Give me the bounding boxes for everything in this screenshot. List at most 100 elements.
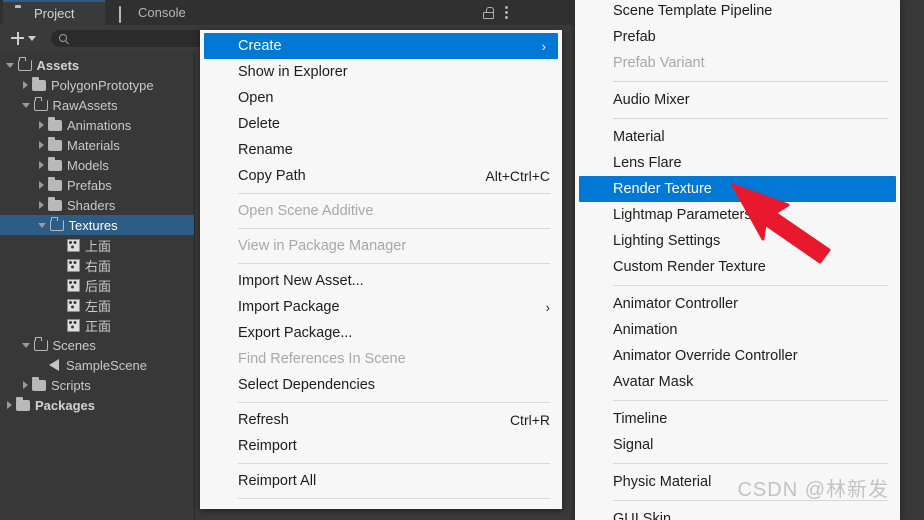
submenu-item-audio-mixer[interactable]: Audio Mixer: [575, 87, 900, 113]
tree-item-label: Scenes: [52, 337, 96, 353]
tree-item-Models[interactable]: Models: [0, 155, 194, 175]
submenu-item-material[interactable]: Material: [575, 124, 900, 150]
tree-item-左面[interactable]: 左面: [0, 295, 194, 315]
submenu-separator: [613, 285, 888, 286]
chevron-right-icon: ›: [541, 38, 546, 54]
submenu-item-animator-override-controller[interactable]: Animator Override Controller: [575, 343, 900, 369]
submenu-item-animation[interactable]: Animation: [575, 317, 900, 343]
tree-item-右面[interactable]: 右面: [0, 255, 194, 275]
tree-item-Prefabs[interactable]: Prefabs: [0, 175, 194, 195]
chevron-right-icon[interactable]: [23, 381, 28, 389]
create-dropdown-button[interactable]: [8, 29, 39, 47]
folder-icon: [48, 116, 62, 131]
asset-tree[interactable]: Assets PolygonPrototype RawAssets Animation…: [0, 51, 195, 520]
tree-item-上面[interactable]: 上面: [0, 235, 194, 255]
submenu-item-custom-render-texture[interactable]: Custom Render Texture: [575, 254, 900, 280]
tree-item-RawAssets[interactable]: RawAssets: [0, 95, 194, 115]
submenu-item-label: Avatar Mask: [613, 374, 694, 390]
chevron-right-icon[interactable]: [39, 201, 44, 209]
tree-item-label: Prefabs: [67, 177, 112, 193]
folder-icon: [48, 176, 62, 191]
create-submenu[interactable]: Scene Template Pipeline Prefab Prefab Vari…: [575, 0, 900, 520]
menu-item-shortcut: Alt+Ctrl+C: [485, 168, 550, 184]
chevron-right-icon[interactable]: [39, 141, 44, 149]
submenu-item-label: Prefab: [613, 29, 656, 45]
menu-item-label: Delete: [238, 116, 280, 132]
tree-item-label: Textures: [68, 217, 118, 233]
menu-separator: [238, 193, 550, 194]
chevron-right-icon[interactable]: [7, 401, 12, 409]
submenu-item-timeline[interactable]: Timeline: [575, 406, 900, 432]
submenu-item-avatar-mask[interactable]: Avatar Mask: [575, 369, 900, 395]
menu-item-copy-path[interactable]: Copy Path Alt+Ctrl+C: [200, 163, 562, 189]
submenu-item-label: Timeline: [613, 411, 668, 427]
menu-item-delete[interactable]: Delete: [200, 111, 562, 137]
tree-item-PolygonPrototype[interactable]: PolygonPrototype: [0, 75, 194, 95]
submenu-separator: [613, 81, 888, 82]
menu-item-label: Import New Asset...: [238, 273, 364, 289]
submenu-separator: [613, 400, 888, 401]
submenu-item-render-texture[interactable]: Render Texture: [579, 176, 896, 202]
tree-item-Shaders[interactable]: Shaders: [0, 195, 194, 215]
tree-item-label: Scripts: [51, 377, 91, 393]
menu-item-show-in-explorer[interactable]: Show in Explorer: [200, 59, 562, 85]
submenu-item-label: Animator Override Controller: [613, 348, 798, 364]
submenu-item-lens-flare[interactable]: Lens Flare: [575, 150, 900, 176]
chevron-right-icon[interactable]: [23, 81, 28, 89]
chevron-down-icon[interactable]: [22, 102, 30, 108]
submenu-item-prefab[interactable]: Prefab: [575, 24, 900, 50]
submenu-item-label: Animator Controller: [613, 296, 738, 312]
lock-icon[interactable]: [483, 6, 494, 19]
menu-item-reimport-all[interactable]: Reimport All: [200, 468, 562, 494]
menu-item-reimport[interactable]: Reimport: [200, 433, 562, 459]
menu-item-import-new-asset[interactable]: Import New Asset...: [200, 268, 562, 294]
asset-context-menu[interactable]: Create › Show in Explorer Open Delete Rename C…: [200, 30, 562, 509]
tab-console-label: Console: [138, 5, 186, 20]
tree-item-Animations[interactable]: Animations: [0, 115, 194, 135]
menu-item-open[interactable]: Open: [200, 85, 562, 111]
menu-item-create[interactable]: Create ›: [204, 33, 558, 59]
submenu-item-gui-skin[interactable]: GUI Skin: [575, 506, 900, 520]
menu-item-select-dependencies[interactable]: Select Dependencies: [200, 372, 562, 398]
tab-project[interactable]: Project: [3, 0, 105, 25]
tree-item-Assets[interactable]: Assets: [0, 55, 194, 75]
menu-item-label: Find References In Scene: [238, 351, 406, 367]
tree-item-label: PolygonPrototype: [51, 77, 154, 93]
menu-item-export-package[interactable]: Export Package...: [200, 320, 562, 346]
kebab-menu-icon[interactable]: [505, 6, 508, 19]
chevron-right-icon[interactable]: [39, 161, 44, 169]
watermark: CSDN @林新发: [737, 479, 889, 501]
submenu-separator: [613, 463, 888, 464]
tree-item-后面[interactable]: 后面: [0, 275, 194, 295]
search-icon: [59, 34, 67, 42]
tree-item-label: Animations: [67, 117, 132, 133]
chevron-right-icon[interactable]: [39, 121, 44, 129]
tree-item-SampleScene[interactable]: SampleScene: [0, 355, 194, 375]
menu-item-import-package[interactable]: Import Package ›: [200, 294, 562, 320]
tree-item-Materials[interactable]: Materials: [0, 135, 194, 155]
menu-separator: [238, 498, 550, 499]
submenu-item-animator-controller[interactable]: Animator Controller: [575, 291, 900, 317]
folder-icon: [15, 8, 28, 19]
folder-icon: [32, 76, 46, 91]
tree-item-label: RawAssets: [52, 97, 118, 113]
menu-item-label: Show in Explorer: [238, 64, 348, 80]
chevron-down-icon[interactable]: [6, 62, 14, 68]
tree-item-Scenes[interactable]: Scenes: [0, 335, 194, 355]
chevron-down-icon[interactable]: [38, 222, 46, 228]
submenu-item-signal[interactable]: Signal: [575, 432, 900, 458]
chevron-down-icon[interactable]: [22, 342, 30, 348]
tree-item-Textures[interactable]: Textures: [0, 215, 194, 235]
menu-item-rename[interactable]: Rename: [200, 137, 562, 163]
submenu-item-lightmap-parameters[interactable]: Lightmap Parameters: [575, 202, 900, 228]
chevron-right-icon[interactable]: [39, 181, 44, 189]
menu-item-refresh[interactable]: Refresh Ctrl+R: [200, 407, 562, 433]
submenu-item-scene-template-pipeline[interactable]: Scene Template Pipeline: [575, 0, 900, 24]
tree-item-Scripts[interactable]: Scripts: [0, 375, 194, 395]
menu-item-label: Select Dependencies: [238, 377, 376, 393]
tree-item-Packages[interactable]: Packages: [0, 395, 194, 415]
tab-console[interactable]: Console: [107, 0, 207, 25]
submenu-item-label: Scene Template Pipeline: [613, 3, 773, 19]
tree-item-正面[interactable]: 正面: [0, 315, 194, 335]
submenu-item-lighting-settings[interactable]: Lighting Settings: [575, 228, 900, 254]
